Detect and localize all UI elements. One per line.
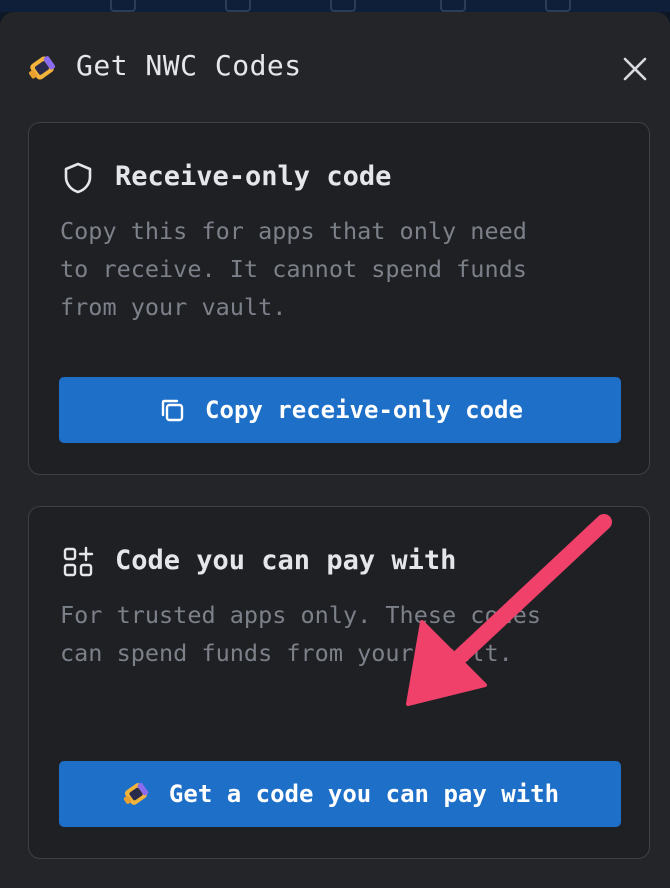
pay-code-card: Code you can pay with For trusted apps o… <box>28 506 650 859</box>
receive-only-title: Receive-only code <box>115 161 392 192</box>
get-pay-code-button[interactable]: Get a code you can pay with <box>59 761 621 827</box>
receive-only-card: Receive-only code Copy this for apps tha… <box>28 122 650 475</box>
shield-icon <box>64 162 92 194</box>
nwc-logo-icon <box>123 782 149 805</box>
background-icon <box>110 0 136 12</box>
nwc-codes-dialog: Get NWC Codes Receive-only code Copy thi… <box>0 12 670 888</box>
get-pay-code-label: Get a code you can pay with <box>168 780 560 808</box>
copy-icon <box>161 399 184 422</box>
background-icon <box>440 0 466 12</box>
background-icon <box>225 0 251 12</box>
nwc-logo-icon <box>29 56 56 80</box>
close-icon[interactable] <box>618 52 652 86</box>
copy-receive-only-label: Copy receive-only code <box>205 396 523 424</box>
background-app-strip <box>0 0 670 12</box>
apps-add-icon <box>63 546 94 577</box>
pay-code-title: Code you can pay with <box>115 545 457 576</box>
pay-code-description: For trusted apps only. These codes can s… <box>60 601 542 667</box>
background-icon <box>545 0 571 12</box>
copy-receive-only-button[interactable]: Copy receive-only code <box>59 377 621 443</box>
dialog-header: Get NWC Codes <box>0 12 670 122</box>
receive-only-description: Copy this for apps that only need to rec… <box>60 217 527 321</box>
background-icon <box>330 0 356 12</box>
dialog-title: Get NWC Codes <box>76 49 302 82</box>
